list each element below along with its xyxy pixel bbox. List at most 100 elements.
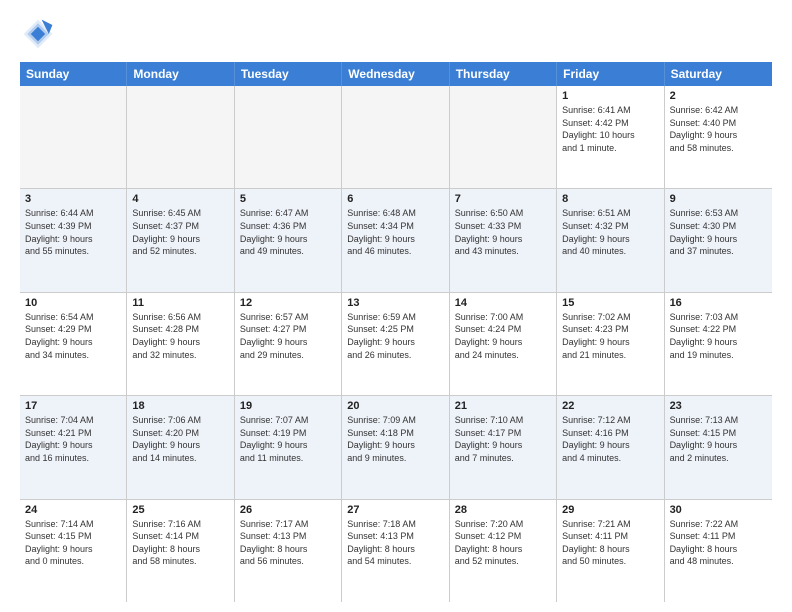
calendar-row-5: 24 Sunrise: 7:14 AM Sunset: 4:15 PM Dayli… — [20, 500, 772, 602]
day-info: Sunrise: 7:04 AM Sunset: 4:21 PM Dayligh… — [25, 414, 121, 464]
day-number: 24 — [25, 504, 121, 516]
day-info: Sunrise: 7:14 AM Sunset: 4:15 PM Dayligh… — [25, 518, 121, 568]
day-info: Sunrise: 7:10 AM Sunset: 4:17 PM Dayligh… — [455, 414, 551, 464]
day-info: Sunrise: 6:54 AM Sunset: 4:29 PM Dayligh… — [25, 311, 121, 361]
day-cell-15: 15 Sunrise: 7:02 AM Sunset: 4:23 PM Dayli… — [557, 293, 664, 395]
day-cell-30: 30 Sunrise: 7:22 AM Sunset: 4:11 PM Dayli… — [665, 500, 772, 602]
day-info: Sunrise: 6:53 AM Sunset: 4:30 PM Dayligh… — [670, 207, 767, 257]
day-number: 3 — [25, 193, 121, 205]
day-number: 7 — [455, 193, 551, 205]
calendar: SundayMondayTuesdayWednesdayThursdayFrid… — [20, 62, 772, 602]
empty-cell — [20, 86, 127, 188]
weekday-header-sunday: Sunday — [20, 62, 127, 86]
day-number: 18 — [132, 400, 228, 412]
day-cell-23: 23 Sunrise: 7:13 AM Sunset: 4:15 PM Dayli… — [665, 396, 772, 498]
page: SundayMondayTuesdayWednesdayThursdayFrid… — [0, 0, 792, 612]
day-number: 27 — [347, 504, 443, 516]
day-number: 19 — [240, 400, 336, 412]
day-info: Sunrise: 6:44 AM Sunset: 4:39 PM Dayligh… — [25, 207, 121, 257]
day-cell-13: 13Sunrise: 6:59 AM Sunset: 4:25 PM Dayli… — [342, 293, 449, 395]
day-info: Sunrise: 6:48 AM Sunset: 4:34 PM Dayligh… — [347, 207, 443, 257]
day-number: 21 — [455, 400, 551, 412]
day-number: 15 — [562, 297, 658, 309]
day-number: 30 — [670, 504, 767, 516]
calendar-row-2: 3 Sunrise: 6:44 AM Sunset: 4:39 PM Daylig… — [20, 189, 772, 292]
calendar-row-1: 1Sunrise: 6:41 AM Sunset: 4:42 PM Daylig… — [20, 86, 772, 189]
day-cell-5: 5Sunrise: 6:47 AM Sunset: 4:36 PM Daylig… — [235, 189, 342, 291]
day-info: Sunrise: 6:59 AM Sunset: 4:25 PM Dayligh… — [347, 311, 443, 361]
day-cell-1: 1Sunrise: 6:41 AM Sunset: 4:42 PM Daylig… — [557, 86, 664, 188]
day-info: Sunrise: 6:50 AM Sunset: 4:33 PM Dayligh… — [455, 207, 551, 257]
day-number: 6 — [347, 193, 443, 205]
day-cell-20: 20Sunrise: 7:09 AM Sunset: 4:18 PM Dayli… — [342, 396, 449, 498]
day-number: 16 — [670, 297, 767, 309]
weekday-header-wednesday: Wednesday — [342, 62, 449, 86]
day-cell-8: 8 Sunrise: 6:51 AM Sunset: 4:32 PM Daylig… — [557, 189, 664, 291]
weekday-header-monday: Monday — [127, 62, 234, 86]
logo-icon — [20, 16, 56, 52]
day-cell-16: 16 Sunrise: 7:03 AM Sunset: 4:22 PM Dayli… — [665, 293, 772, 395]
logo — [20, 16, 60, 52]
day-cell-29: 29Sunrise: 7:21 AM Sunset: 4:11 PM Dayli… — [557, 500, 664, 602]
day-cell-9: 9 Sunrise: 6:53 AM Sunset: 4:30 PM Daylig… — [665, 189, 772, 291]
day-info: Sunrise: 6:41 AM Sunset: 4:42 PM Dayligh… — [562, 104, 658, 154]
day-info: Sunrise: 7:16 AM Sunset: 4:14 PM Dayligh… — [132, 518, 228, 568]
day-info: Sunrise: 6:47 AM Sunset: 4:36 PM Dayligh… — [240, 207, 336, 257]
calendar-body: 1Sunrise: 6:41 AM Sunset: 4:42 PM Daylig… — [20, 86, 772, 602]
weekday-header-thursday: Thursday — [450, 62, 557, 86]
day-info: Sunrise: 7:07 AM Sunset: 4:19 PM Dayligh… — [240, 414, 336, 464]
empty-cell — [342, 86, 449, 188]
day-cell-10: 10 Sunrise: 6:54 AM Sunset: 4:29 PM Dayli… — [20, 293, 127, 395]
day-number: 14 — [455, 297, 551, 309]
day-cell-4: 4 Sunrise: 6:45 AM Sunset: 4:37 PM Daylig… — [127, 189, 234, 291]
day-info: Sunrise: 6:56 AM Sunset: 4:28 PM Dayligh… — [132, 311, 228, 361]
day-number: 2 — [670, 90, 767, 102]
day-cell-22: 22 Sunrise: 7:12 AM Sunset: 4:16 PM Dayli… — [557, 396, 664, 498]
day-number: 20 — [347, 400, 443, 412]
day-info: Sunrise: 7:03 AM Sunset: 4:22 PM Dayligh… — [670, 311, 767, 361]
calendar-row-3: 10 Sunrise: 6:54 AM Sunset: 4:29 PM Dayli… — [20, 293, 772, 396]
day-cell-18: 18 Sunrise: 7:06 AM Sunset: 4:20 PM Dayli… — [127, 396, 234, 498]
day-cell-14: 14 Sunrise: 7:00 AM Sunset: 4:24 PM Dayli… — [450, 293, 557, 395]
day-number: 25 — [132, 504, 228, 516]
day-cell-12: 12Sunrise: 6:57 AM Sunset: 4:27 PM Dayli… — [235, 293, 342, 395]
day-number: 23 — [670, 400, 767, 412]
weekday-header-tuesday: Tuesday — [235, 62, 342, 86]
day-info: Sunrise: 7:20 AM Sunset: 4:12 PM Dayligh… — [455, 518, 551, 568]
day-number: 9 — [670, 193, 767, 205]
day-info: Sunrise: 7:12 AM Sunset: 4:16 PM Dayligh… — [562, 414, 658, 464]
day-cell-7: 7 Sunrise: 6:50 AM Sunset: 4:33 PM Daylig… — [450, 189, 557, 291]
day-cell-21: 21 Sunrise: 7:10 AM Sunset: 4:17 PM Dayli… — [450, 396, 557, 498]
day-number: 4 — [132, 193, 228, 205]
day-cell-2: 2 Sunrise: 6:42 AM Sunset: 4:40 PM Daylig… — [665, 86, 772, 188]
day-info: Sunrise: 7:13 AM Sunset: 4:15 PM Dayligh… — [670, 414, 767, 464]
day-info: Sunrise: 6:45 AM Sunset: 4:37 PM Dayligh… — [132, 207, 228, 257]
calendar-row-4: 17 Sunrise: 7:04 AM Sunset: 4:21 PM Dayli… — [20, 396, 772, 499]
day-cell-27: 27 Sunrise: 7:18 AM Sunset: 4:13 PM Dayli… — [342, 500, 449, 602]
day-cell-11: 11Sunrise: 6:56 AM Sunset: 4:28 PM Dayli… — [127, 293, 234, 395]
day-info: Sunrise: 7:22 AM Sunset: 4:11 PM Dayligh… — [670, 518, 767, 568]
day-info: Sunrise: 6:57 AM Sunset: 4:27 PM Dayligh… — [240, 311, 336, 361]
day-cell-28: 28Sunrise: 7:20 AM Sunset: 4:12 PM Dayli… — [450, 500, 557, 602]
day-cell-17: 17 Sunrise: 7:04 AM Sunset: 4:21 PM Dayli… — [20, 396, 127, 498]
day-info: Sunrise: 7:00 AM Sunset: 4:24 PM Dayligh… — [455, 311, 551, 361]
day-number: 10 — [25, 297, 121, 309]
weekday-header-friday: Friday — [557, 62, 664, 86]
day-number: 8 — [562, 193, 658, 205]
day-cell-24: 24 Sunrise: 7:14 AM Sunset: 4:15 PM Dayli… — [20, 500, 127, 602]
day-cell-19: 19 Sunrise: 7:07 AM Sunset: 4:19 PM Dayli… — [235, 396, 342, 498]
day-info: Sunrise: 7:18 AM Sunset: 4:13 PM Dayligh… — [347, 518, 443, 568]
day-info: Sunrise: 7:17 AM Sunset: 4:13 PM Dayligh… — [240, 518, 336, 568]
day-info: Sunrise: 7:06 AM Sunset: 4:20 PM Dayligh… — [132, 414, 228, 464]
day-number: 26 — [240, 504, 336, 516]
day-number: 22 — [562, 400, 658, 412]
day-info: Sunrise: 6:51 AM Sunset: 4:32 PM Dayligh… — [562, 207, 658, 257]
day-number: 17 — [25, 400, 121, 412]
header — [20, 16, 772, 52]
day-cell-6: 6 Sunrise: 6:48 AM Sunset: 4:34 PM Daylig… — [342, 189, 449, 291]
empty-cell — [235, 86, 342, 188]
day-info: Sunrise: 6:42 AM Sunset: 4:40 PM Dayligh… — [670, 104, 767, 154]
day-info: Sunrise: 7:02 AM Sunset: 4:23 PM Dayligh… — [562, 311, 658, 361]
empty-cell — [450, 86, 557, 188]
calendar-header: SundayMondayTuesdayWednesdayThursdayFrid… — [20, 62, 772, 86]
